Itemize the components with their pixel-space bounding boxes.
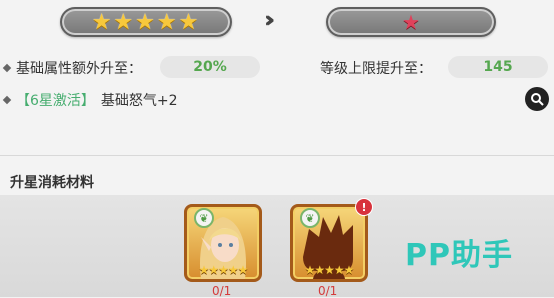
- upgrade-arrow-icon: ›››: [264, 8, 276, 33]
- divider: [0, 155, 554, 156]
- alert-badge: !: [355, 198, 373, 216]
- material-count: 0/1: [318, 284, 338, 298]
- current-stars-pill: ★★★★★: [60, 7, 232, 37]
- materials-title: 升星消耗材料: [10, 175, 94, 191]
- material-count: 0/1: [212, 284, 232, 298]
- activation-row: 【6星激活】 基础怒气+2: [2, 90, 178, 110]
- next-star-icon: ★: [402, 10, 420, 34]
- card-stars: ★★★★★: [304, 263, 355, 277]
- search-icon[interactable]: [525, 87, 549, 111]
- attr-row: 基础属性额外升至：: [2, 58, 142, 78]
- activation-tag: 【6星激活】: [16, 93, 95, 109]
- bullet-icon: [2, 95, 12, 105]
- card-stars: ★★★★★: [198, 263, 249, 277]
- watermark: PP助手: [405, 238, 513, 273]
- attr-label: 基础属性额外升至：: [16, 61, 142, 77]
- level-row: 等级上限提升至：: [320, 58, 432, 78]
- level-value: 145: [448, 56, 548, 78]
- next-stars-pill: ★: [326, 7, 496, 37]
- level-label: 等级上限提升至：: [320, 61, 432, 77]
- bullet-icon: [2, 63, 12, 73]
- attr-value: 20%: [160, 56, 260, 78]
- leaf-icon: ❦: [300, 208, 320, 228]
- current-stars: ★★★★★: [91, 9, 201, 35]
- activation-text: 基础怒气+2: [100, 93, 178, 109]
- leaf-icon: ❦: [194, 208, 214, 228]
